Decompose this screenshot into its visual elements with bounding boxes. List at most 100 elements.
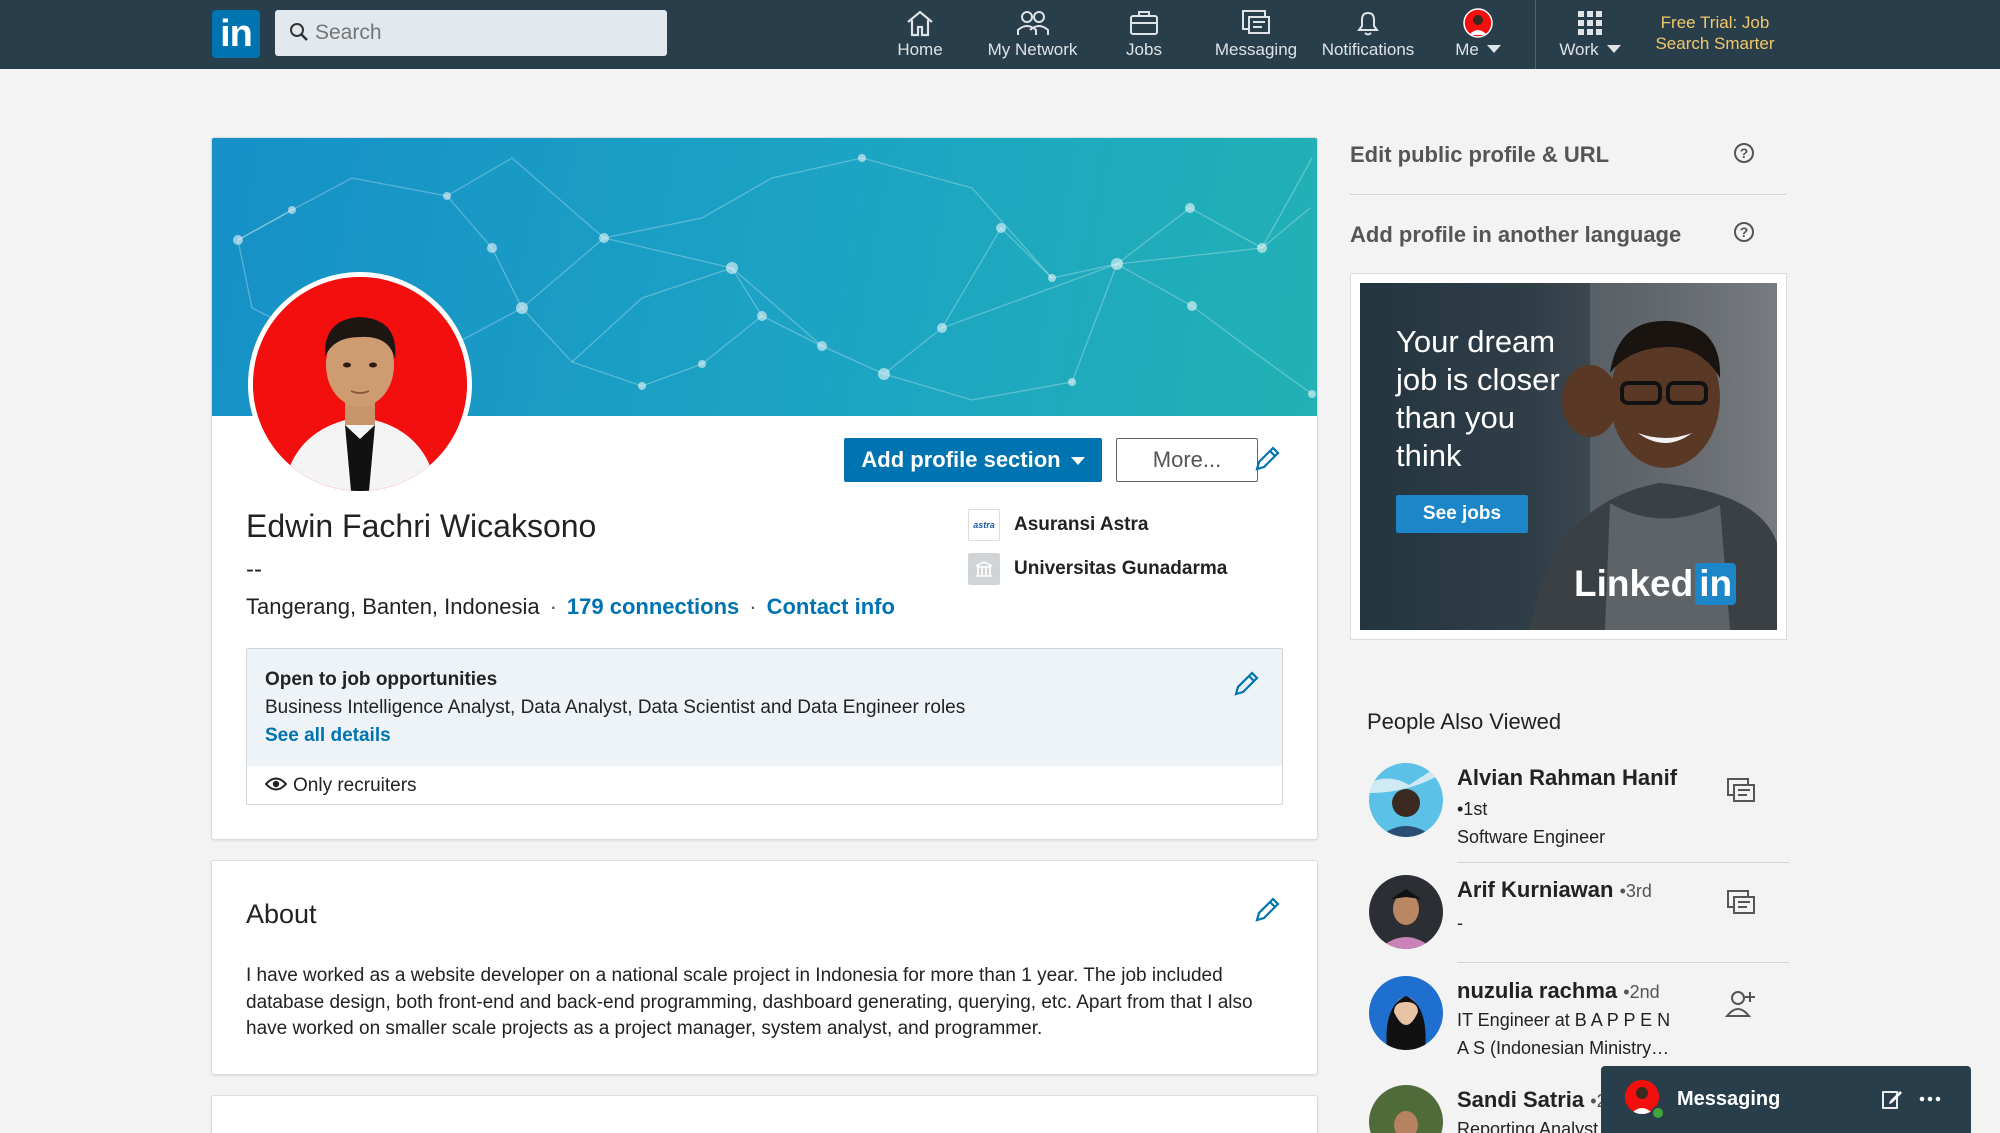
- avatar: [1369, 1085, 1443, 1133]
- nav-my-network-label: My Network: [987, 40, 1078, 59]
- add-profile-section-label: Add profile section: [861, 447, 1061, 472]
- nav-home[interactable]: Home: [880, 8, 960, 64]
- compose-icon[interactable]: [1881, 1088, 1903, 1110]
- ad-headline: Your dream job is closer than you think: [1396, 324, 1560, 473]
- add-connection-icon[interactable]: [1725, 988, 1757, 1020]
- nav-jobs[interactable]: Jobs: [1104, 8, 1184, 64]
- grid-icon: [1578, 11, 1602, 35]
- message-icon[interactable]: [1725, 887, 1757, 919]
- nav-home-label: Home: [897, 40, 943, 59]
- message-icon[interactable]: [1725, 775, 1757, 807]
- person-degree: •3rd: [1619, 881, 1652, 901]
- messaging-dock[interactable]: Messaging: [1601, 1066, 1971, 1133]
- briefcase-icon: [1130, 11, 1158, 35]
- nav-my-network[interactable]: My Network: [975, 8, 1090, 64]
- more-options-icon[interactable]: [1919, 1096, 1941, 1102]
- home-icon: [907, 10, 933, 37]
- network-icon: [1016, 11, 1049, 35]
- rail-divider: [1350, 194, 1786, 195]
- contact-info-link[interactable]: Contact info: [767, 594, 895, 619]
- about-heading: About: [246, 899, 317, 929]
- person-title: -: [1457, 913, 1463, 933]
- next-section-card: [211, 1095, 1318, 1133]
- open-to-work-title: Open to job opportunities: [265, 669, 498, 690]
- chevron-down-icon: [1070, 457, 1085, 465]
- person-name[interactable]: Sandi Satria •2: [1457, 1087, 1607, 1113]
- about-text: I have worked as a website developer on …: [246, 965, 1253, 1039]
- person-name[interactable]: nuzulia rachma •2nd: [1457, 978, 1660, 1004]
- profile-meta-row: Tangerang, Banten, Indonesia · 179 connect…: [246, 594, 895, 620]
- company-name: Asuransi Astra: [1014, 514, 1149, 535]
- visibility-row: Only recruiters: [264, 775, 417, 797]
- messaging-label: Messaging: [1677, 1088, 1781, 1110]
- bell-icon: [1357, 11, 1379, 36]
- people-also-viewed-heading: People Also Viewed: [1367, 709, 1562, 734]
- current-company[interactable]: astra Asuransi Astra: [968, 508, 1148, 542]
- edit-pencil-icon[interactable]: [1252, 895, 1282, 925]
- person-name-text: Sandi Satria: [1457, 1087, 1585, 1112]
- education-school[interactable]: Universitas Gunadarma: [968, 552, 1227, 586]
- ad-banner[interactable]: Your dream job is closer than you think …: [1350, 273, 1787, 640]
- top-nav: in Home My Network Jobs Messaging Notifi…: [0, 0, 2000, 69]
- person-title: IT Engineer at B A P P E N: [1457, 1010, 1671, 1030]
- nav-divider: [1535, 0, 1536, 69]
- see-jobs-button[interactable]: See jobs: [1396, 495, 1528, 533]
- ad-logo-in: in: [1695, 563, 1737, 605]
- more-button[interactable]: More...: [1116, 438, 1258, 482]
- separator-dot: ·: [749, 594, 757, 619]
- profile-name: Edwin Fachri Wicaksono: [246, 508, 597, 544]
- chevron-down-icon: [1486, 45, 1501, 53]
- add-profile-section-button[interactable]: Add profile section: [844, 438, 1102, 482]
- profile-headline: --: [246, 556, 262, 583]
- edit-pencil-icon[interactable]: [1252, 444, 1282, 474]
- nav-messaging[interactable]: Messaging: [1206, 8, 1306, 64]
- online-status-dot: [1651, 1106, 1665, 1120]
- ad-image: Your dream job is closer than you think …: [1360, 283, 1777, 630]
- search-input[interactable]: [315, 10, 655, 56]
- profile-photo[interactable]: [248, 272, 472, 496]
- chevron-down-icon: [1606, 45, 1621, 53]
- school-name: Universitas Gunadarma: [1014, 558, 1228, 579]
- avatar: [1369, 875, 1443, 949]
- person-title: Software Engineer: [1457, 827, 1606, 847]
- about-card: About I have worked as a website develop…: [211, 860, 1318, 1075]
- search-icon: [290, 23, 308, 41]
- add-language-profile-link[interactable]: Add profile in another language: [1350, 222, 1681, 248]
- help-icon[interactable]: ?: [1734, 143, 1754, 163]
- nav-notifications-label: Notifications: [1321, 40, 1415, 59]
- avatar: [1463, 8, 1493, 38]
- avatar: [1369, 976, 1443, 1050]
- nav-messaging-label: Messaging: [1214, 40, 1298, 59]
- nav-work[interactable]: Work: [1548, 8, 1632, 64]
- edit-public-profile-link[interactable]: Edit public profile & URL: [1350, 142, 1609, 168]
- open-to-work-summary: Open to job opportunities Business Intel…: [247, 649, 1282, 766]
- help-icon[interactable]: ?: [1734, 222, 1754, 242]
- person-degree: •1st: [1457, 799, 1488, 819]
- list-divider: [1457, 862, 1789, 863]
- person-title-cont: A S (Indonesian Ministry…: [1457, 1038, 1670, 1058]
- edit-pencil-icon[interactable]: [1231, 669, 1261, 699]
- connections-link[interactable]: 179 connections: [567, 594, 739, 619]
- nav-me-label: Me: [1455, 40, 1479, 59]
- separator-dot: ·: [549, 594, 557, 619]
- person-title: Reporting Analyst: [1457, 1119, 1599, 1133]
- person-name[interactable]: Arif Kurniawan •3rd: [1457, 877, 1652, 903]
- nav-me[interactable]: Me: [1438, 8, 1518, 64]
- open-to-work-roles: Business Intelligence Analyst, Data Anal…: [265, 697, 966, 718]
- eye-icon: [264, 777, 288, 791]
- nav-notifications[interactable]: Notifications: [1312, 8, 1424, 64]
- nav-work-label: Work: [1559, 40, 1599, 59]
- linkedin-ad-logo: Linked in: [1574, 563, 1737, 605]
- ad-logo-text: Linked: [1574, 563, 1694, 604]
- person-degree: •2nd: [1623, 982, 1660, 1002]
- see-all-details-link[interactable]: See all details: [265, 725, 391, 747]
- profile-location: Tangerang, Banten, Indonesia: [246, 594, 540, 619]
- linkedin-logo[interactable]: in: [212, 10, 260, 58]
- person-name[interactable]: Alvian Rahman Hanif: [1457, 765, 1677, 791]
- person-name-text: nuzulia rachma: [1457, 978, 1618, 1003]
- search-bar[interactable]: [275, 10, 667, 56]
- company-logo: astra: [968, 508, 1000, 541]
- school-icon: [968, 552, 1000, 585]
- avatar: [1369, 763, 1443, 837]
- free-trial-link[interactable]: Free Trial: Job Search Smarter: [1640, 12, 1790, 54]
